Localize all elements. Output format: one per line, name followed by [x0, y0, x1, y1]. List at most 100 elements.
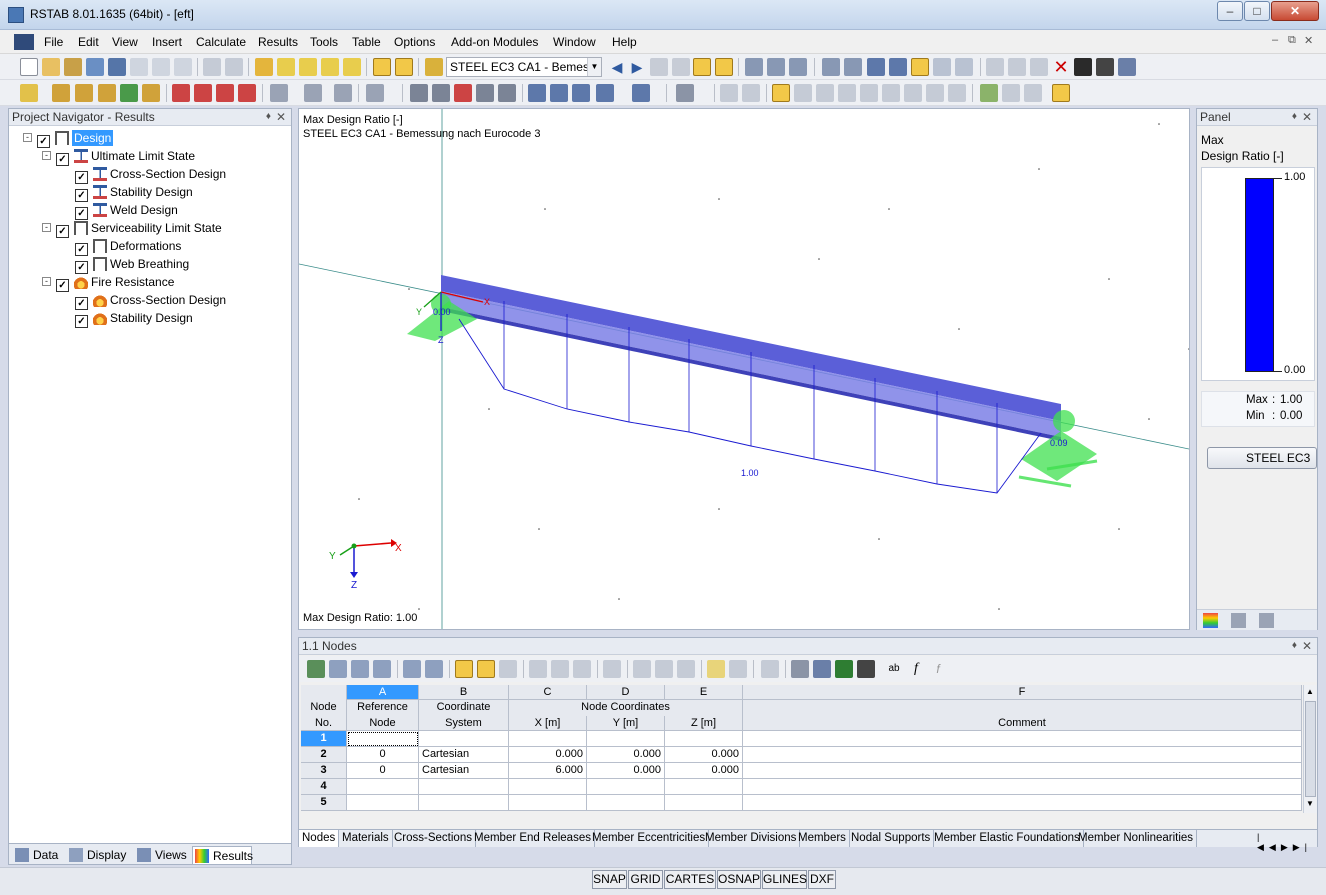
table-cell-x[interactable]: 6.000 [509, 763, 587, 779]
row-copy-icon[interactable] [655, 660, 673, 678]
insert-member-icon[interactable] [52, 84, 70, 102]
panel-toggle-icon[interactable] [395, 58, 413, 76]
table-cell-system[interactable]: Cartesian [419, 747, 509, 763]
menu-table[interactable]: Table [352, 35, 381, 49]
load-case-icon[interactable] [425, 58, 443, 76]
close-icon[interactable]: ✕ [1302, 109, 1312, 125]
table-cell-comment[interactable] [743, 731, 1302, 747]
sync-selection-icon[interactable] [455, 660, 473, 678]
table-delete-row-icon[interactable] [351, 660, 369, 678]
render-icon[interactable] [676, 84, 694, 102]
table-cell-z[interactable]: 0.000 [665, 747, 743, 763]
menu-calculate[interactable]: Calculate [196, 35, 246, 49]
table-insert-row-icon[interactable] [329, 660, 347, 678]
excel-icon[interactable] [835, 660, 853, 678]
iso-view-icon[interactable] [933, 58, 951, 76]
open-project-icon[interactable] [64, 58, 82, 76]
menu-add-on-modules[interactable]: Add-on Modules [451, 35, 538, 49]
force-display-icon[interactable] [772, 84, 790, 102]
view-direction-icon[interactable] [632, 84, 650, 102]
fix-y-icon[interactable] [550, 84, 568, 102]
table-cell-comment[interactable] [743, 779, 1302, 795]
table-cell-system[interactable] [419, 795, 509, 811]
fix-all-icon[interactable] [596, 84, 614, 102]
fill-icon[interactable] [573, 660, 591, 678]
undo-icon[interactable] [203, 58, 221, 76]
open-folder-icon[interactable] [42, 58, 60, 76]
minimize-button[interactable]: – [1217, 1, 1243, 21]
cube-select-icon[interactable] [498, 84, 516, 102]
section-icon[interactable] [767, 58, 785, 76]
tree-item[interactable]: ✓Stability Design [75, 309, 193, 327]
move-view-icon[interactable] [911, 58, 929, 76]
menu-tools[interactable]: Tools [310, 35, 338, 49]
model-viewport[interactable]: Max Design Ratio [-] STEEL EC3 CA1 - Bem… [298, 108, 1190, 630]
col-letter-b[interactable]: B [419, 685, 509, 700]
tree-collapse-icon[interactable]: - [23, 133, 32, 142]
formula-off-icon[interactable]: f [929, 660, 947, 678]
column-view-icon[interactable] [729, 660, 747, 678]
row-move-icon[interactable] [677, 660, 695, 678]
table-cell-z[interactable] [665, 731, 743, 747]
load-generate-icon[interactable] [238, 84, 256, 102]
support-reaction-icon[interactable] [980, 84, 998, 102]
table-edit-icon[interactable] [307, 660, 325, 678]
print-preview-icon[interactable] [152, 58, 170, 76]
sheet-nav-arrows-icon[interactable]: |◀◀▶▶| [1257, 832, 1317, 853]
grid-result-icon[interactable] [789, 58, 807, 76]
table-next-icon[interactable] [425, 660, 443, 678]
redo-icon[interactable] [225, 58, 243, 76]
save-icon[interactable] [108, 58, 126, 76]
select-columns-icon[interactable] [707, 660, 725, 678]
table-cell-x[interactable] [509, 795, 587, 811]
result-values-icon[interactable] [715, 58, 733, 76]
table-scrollbar[interactable]: ▲ ▼ [1303, 685, 1317, 813]
comment-icon[interactable] [304, 84, 322, 102]
tab-views[interactable]: Views [135, 846, 191, 864]
tree-item[interactable]: ✓Deformations [75, 237, 181, 255]
load-node-icon[interactable] [172, 84, 190, 102]
table-cell-comment[interactable] [743, 795, 1302, 811]
table-cell-y[interactable] [587, 731, 665, 747]
insert-set-icon[interactable] [98, 84, 116, 102]
table-cell-y[interactable] [587, 795, 665, 811]
row-number[interactable]: 4 [301, 779, 347, 795]
status-grid[interactable]: GRID [628, 870, 663, 889]
close-icon[interactable]: ✕ [276, 109, 286, 125]
moment-my-icon[interactable] [882, 84, 900, 102]
status-dxf[interactable]: DXF [808, 870, 836, 889]
col-letter-e[interactable]: E [665, 685, 743, 700]
menu-window[interactable]: Window [553, 35, 596, 49]
tree-item[interactable]: ✓Stability Design [75, 183, 193, 201]
moment-mz-icon[interactable] [904, 84, 922, 102]
load-py-icon[interactable] [926, 84, 944, 102]
sheet-tab-cross-sections[interactable]: Cross-Sections [391, 830, 476, 847]
result-window-icon[interactable] [343, 58, 361, 76]
moment-mt-icon[interactable] [860, 84, 878, 102]
sheet-tab-member-divisions[interactable]: Member Divisions [702, 830, 800, 847]
row-number[interactable]: 1 [301, 731, 347, 747]
menu-edit[interactable]: Edit [78, 35, 99, 49]
calculate-all-icon[interactable] [277, 58, 295, 76]
rotate-icon[interactable] [1008, 58, 1026, 76]
scroll-thumb[interactable] [1305, 701, 1316, 797]
sheet-tab-materials[interactable]: Materials [339, 830, 393, 847]
pointer-select-icon[interactable] [410, 84, 428, 102]
status-glines[interactable]: GLINES [762, 870, 807, 889]
table-cell-x[interactable]: 0.000 [509, 747, 587, 763]
load-member-icon[interactable] [194, 84, 212, 102]
tree-item[interactable]: ✓Weld Design [75, 201, 178, 219]
tree-item[interactable]: -✓Fire Resistance [56, 273, 174, 291]
font-size-icon[interactable]: ab [885, 660, 903, 678]
view-snap-icon[interactable] [844, 58, 862, 76]
close-icon[interactable]: ✕ [1302, 638, 1312, 654]
sheet-tab-member-eccentricities[interactable]: Member Eccentricities [589, 830, 709, 847]
force-n-icon[interactable] [794, 84, 812, 102]
close-button[interactable]: ✕ [1271, 1, 1319, 21]
table-cell-system[interactable] [419, 779, 509, 795]
menu-view[interactable]: View [112, 35, 138, 49]
menu-insert[interactable]: Insert [152, 35, 182, 49]
report-icon[interactable] [174, 58, 192, 76]
mdi-restore-icon[interactable]: ⧉ [1288, 34, 1296, 47]
calculator-icon[interactable] [857, 660, 875, 678]
